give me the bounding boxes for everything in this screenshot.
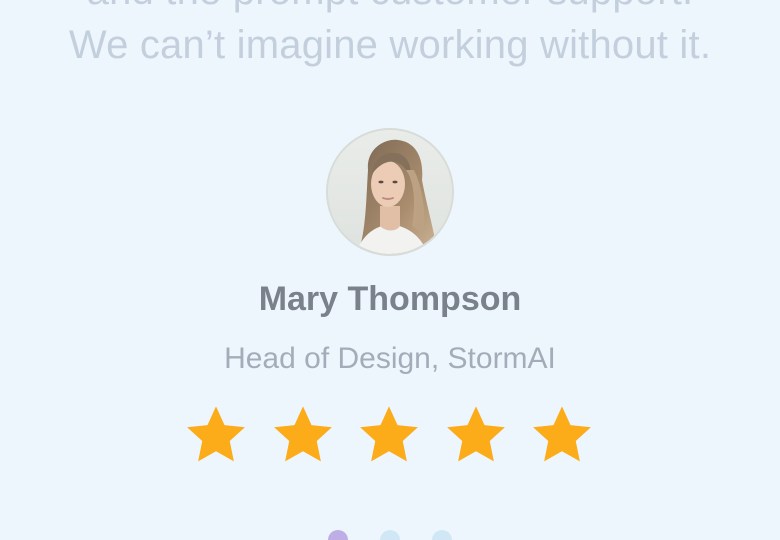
carousel-dot[interactable] bbox=[432, 530, 452, 540]
quote-line: We can’t imagine working without it. bbox=[68, 23, 712, 67]
star-icon bbox=[187, 406, 245, 462]
star-icon bbox=[446, 406, 505, 462]
carousel-dot[interactable] bbox=[380, 530, 400, 540]
testimonial-quote: and the prompt customer support. We can’… bbox=[0, 0, 780, 72]
star-rating bbox=[183, 402, 597, 468]
avatar bbox=[326, 128, 454, 256]
testimonial-section: and the prompt customer support. We can’… bbox=[0, 0, 780, 540]
author-name: Mary Thompson bbox=[258, 280, 522, 318]
carousel-pagination bbox=[0, 530, 780, 540]
person-photo bbox=[328, 130, 452, 254]
carousel-dot[interactable] bbox=[328, 530, 348, 540]
star-icon bbox=[360, 406, 418, 462]
author-role: Head of Design, StormAI bbox=[224, 342, 556, 375]
star-icon bbox=[533, 406, 591, 462]
star-icon bbox=[273, 406, 332, 462]
quote-line: and the prompt customer support. bbox=[0, 0, 780, 18]
